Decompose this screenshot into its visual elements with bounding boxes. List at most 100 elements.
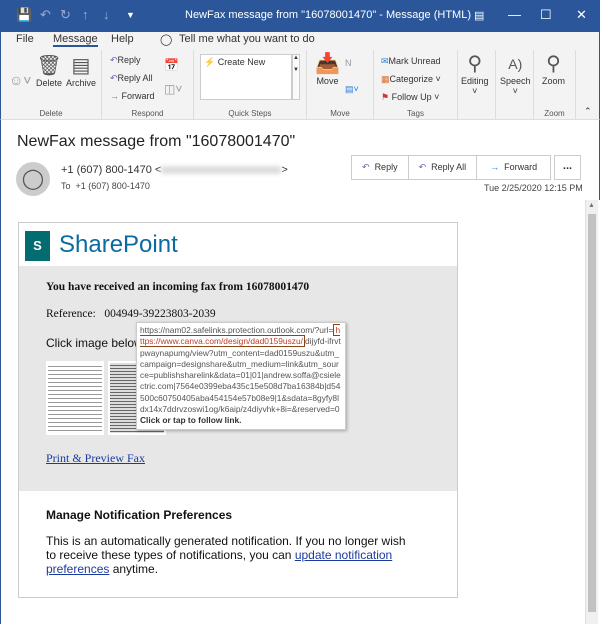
tab-message[interactable]: Message	[53, 33, 98, 47]
reply-all-icon: ↶	[419, 162, 427, 172]
tell-me-input[interactable]: Tell me what you want to do	[179, 33, 315, 45]
down-arrow-icon[interactable]: ↓	[103, 7, 110, 22]
scrollbar[interactable]: ▲	[585, 200, 598, 624]
move-group: 📥Move N ▤˅ Move	[307, 50, 374, 120]
click-instruction: Click image below	[46, 336, 143, 350]
forward-button[interactable]: → Forward	[110, 91, 155, 101]
prefs-text: This is an automatically generated notif…	[46, 534, 416, 576]
meeting-icon[interactable]: 📅	[164, 58, 179, 72]
group-label: Tags	[374, 109, 457, 118]
reply-all-label: Reply All	[118, 73, 153, 83]
collapse-ribbon-icon[interactable]: ⌃	[584, 106, 592, 117]
scroll-thumb[interactable]	[588, 214, 596, 612]
categorize-label: Categorize	[390, 74, 434, 84]
gallery-scroll[interactable]: ▲▼	[292, 54, 300, 100]
reply-icon: ↶	[362, 162, 370, 172]
ignore-icon[interactable]: ☺˅	[9, 72, 31, 88]
to-value[interactable]: +1 (607) 800-1470	[76, 181, 150, 191]
window-title: NewFax message from "16078001470" - Mess…	[185, 9, 471, 21]
categorize-button[interactable]: ▦Categorize ˅	[381, 74, 441, 85]
categorize-icon: ▦	[381, 74, 390, 84]
maximize-button[interactable]: ☐	[540, 7, 552, 23]
group-label: Quick Steps	[194, 109, 306, 118]
quick-steps-group: ⚡ Create New ▲▼ Quick Steps	[194, 50, 307, 120]
editing-button[interactable]: ⚲Editing˅	[461, 52, 489, 96]
tags-group: ✉Mark Unread ▦Categorize ˅ ⚑ Follow Up ˅…	[374, 50, 458, 120]
undo-icon[interactable]: ↶	[40, 7, 51, 23]
ribbon-display-icon[interactable]: ▤	[474, 9, 484, 22]
search-icon: ⚲	[461, 52, 489, 76]
onenote-icon[interactable]: N	[345, 58, 352, 68]
editing-label: Editing	[461, 76, 489, 86]
close-button[interactable]: ✕	[576, 7, 587, 23]
save-icon[interactable]: 💾	[16, 7, 32, 23]
reply-all-button[interactable]: ↶ Reply All	[409, 156, 478, 179]
link-tooltip: https://nam02.safelinks.protection.outlo…	[136, 322, 346, 430]
tab-file[interactable]: File	[16, 33, 34, 45]
to-label: To	[61, 181, 71, 191]
lightning-icon: ⚡	[204, 57, 215, 67]
create-new-button[interactable]: ⚡ Create New	[204, 57, 265, 68]
follow-link-hint: Click or tap to follow link.	[140, 415, 241, 425]
speech-button[interactable]: A)Speech˅	[500, 52, 531, 96]
sharepoint-icon: S	[25, 231, 50, 261]
archive-label: Archive	[66, 78, 96, 88]
speech-label: Speech	[500, 76, 531, 86]
reference: Reference: 004949-39223803-2039	[46, 308, 216, 320]
redo-icon[interactable]: ↻	[60, 7, 71, 23]
create-new-label: Create New	[218, 57, 266, 67]
title-bar: 💾 ↶ ↻ ↑ ↓ ▼ NewFax message from "1607800…	[0, 0, 600, 32]
more-respond-icon[interactable]: ◫˅	[164, 82, 182, 96]
flag-icon: ⚑	[381, 92, 389, 102]
read-aloud-icon: A)	[500, 52, 531, 76]
recipients: To +1 (607) 800-1470	[61, 181, 150, 191]
tab-help[interactable]: Help	[111, 33, 134, 45]
mark-unread-button[interactable]: ✉Mark Unread	[381, 56, 441, 67]
prefs-title: Manage Notification Preferences	[46, 508, 232, 522]
window-border	[0, 200, 1, 624]
quick-steps-gallery[interactable]: ⚡ Create New	[200, 54, 292, 100]
reply-label: Reply	[118, 55, 141, 65]
safelinks-prefix: https://nam02.safelinks.protection.outlo…	[140, 325, 333, 335]
move-button[interactable]: 📥Move	[315, 52, 340, 86]
zoom-button[interactable]: ⚲Zoom	[542, 52, 565, 86]
reply-button[interactable]: ↶Reply	[110, 55, 141, 66]
follow-up-button[interactable]: ⚑ Follow Up ˅	[381, 92, 439, 103]
group-label: Zoom	[534, 109, 575, 118]
minimize-button[interactable]: —	[508, 7, 521, 22]
forward-icon: →	[110, 91, 119, 101]
message-subject: NewFax message from "16078001470"	[17, 133, 295, 151]
forward-button[interactable]: → Forward	[477, 156, 550, 179]
reply-all-label: Reply All	[431, 162, 466, 172]
group-label: Delete	[1, 109, 101, 118]
sent-date: Tue 2/25/2020 12:15 PM	[484, 183, 583, 193]
editing-group: ⚲Editing˅	[458, 50, 496, 120]
message-actions: ↶ Reply ↶ Reply All → Forward	[351, 155, 551, 180]
group-label: Move	[307, 109, 373, 118]
customize-qat-icon[interactable]: ▼	[126, 10, 135, 20]
scroll-up-icon[interactable]: ▲	[588, 202, 595, 209]
sender[interactable]: +1 (607) 800-1470 <>	[61, 164, 288, 176]
reference-number: 004949-39223803-2039	[104, 308, 215, 320]
trash-icon: 🗑	[36, 54, 62, 78]
ribbon-tabs: File Message Help ◯ Tell me what you wan…	[0, 32, 600, 50]
message-header: NewFax message from "16078001470" ◯ +1 (…	[0, 120, 600, 200]
reply-all-button[interactable]: ↶Reply All	[110, 73, 153, 84]
delete-button[interactable]: 🗑Delete	[36, 54, 62, 88]
fax-thumbnail-1[interactable]	[46, 361, 104, 435]
brand-name: SharePoint	[59, 231, 178, 259]
url-rest: dijyfd-ifrvtpwaynapumg/view?utm_content=…	[140, 336, 341, 414]
respond-group: ↶Reply ↶Reply All → Forward 📅 ◫˅ Respond	[102, 50, 194, 120]
rules-icon[interactable]: ▤˅	[345, 84, 359, 95]
up-arrow-icon[interactable]: ↑	[82, 7, 89, 22]
magnifier-icon: ⚲	[542, 52, 565, 76]
forward-label: Forward	[122, 91, 155, 101]
more-actions-button[interactable]: ...	[554, 155, 581, 180]
group-label: Respond	[102, 109, 193, 118]
sender-name: +1 (607) 800-1470	[61, 164, 152, 176]
prefs-tail: anytime.	[109, 562, 158, 576]
print-preview-link[interactable]: Print & Preview Fax	[46, 451, 145, 466]
move-icon: 📥	[315, 52, 340, 76]
reply-button[interactable]: ↶ Reply	[352, 156, 409, 179]
archive-button[interactable]: ▤Archive	[66, 54, 96, 88]
